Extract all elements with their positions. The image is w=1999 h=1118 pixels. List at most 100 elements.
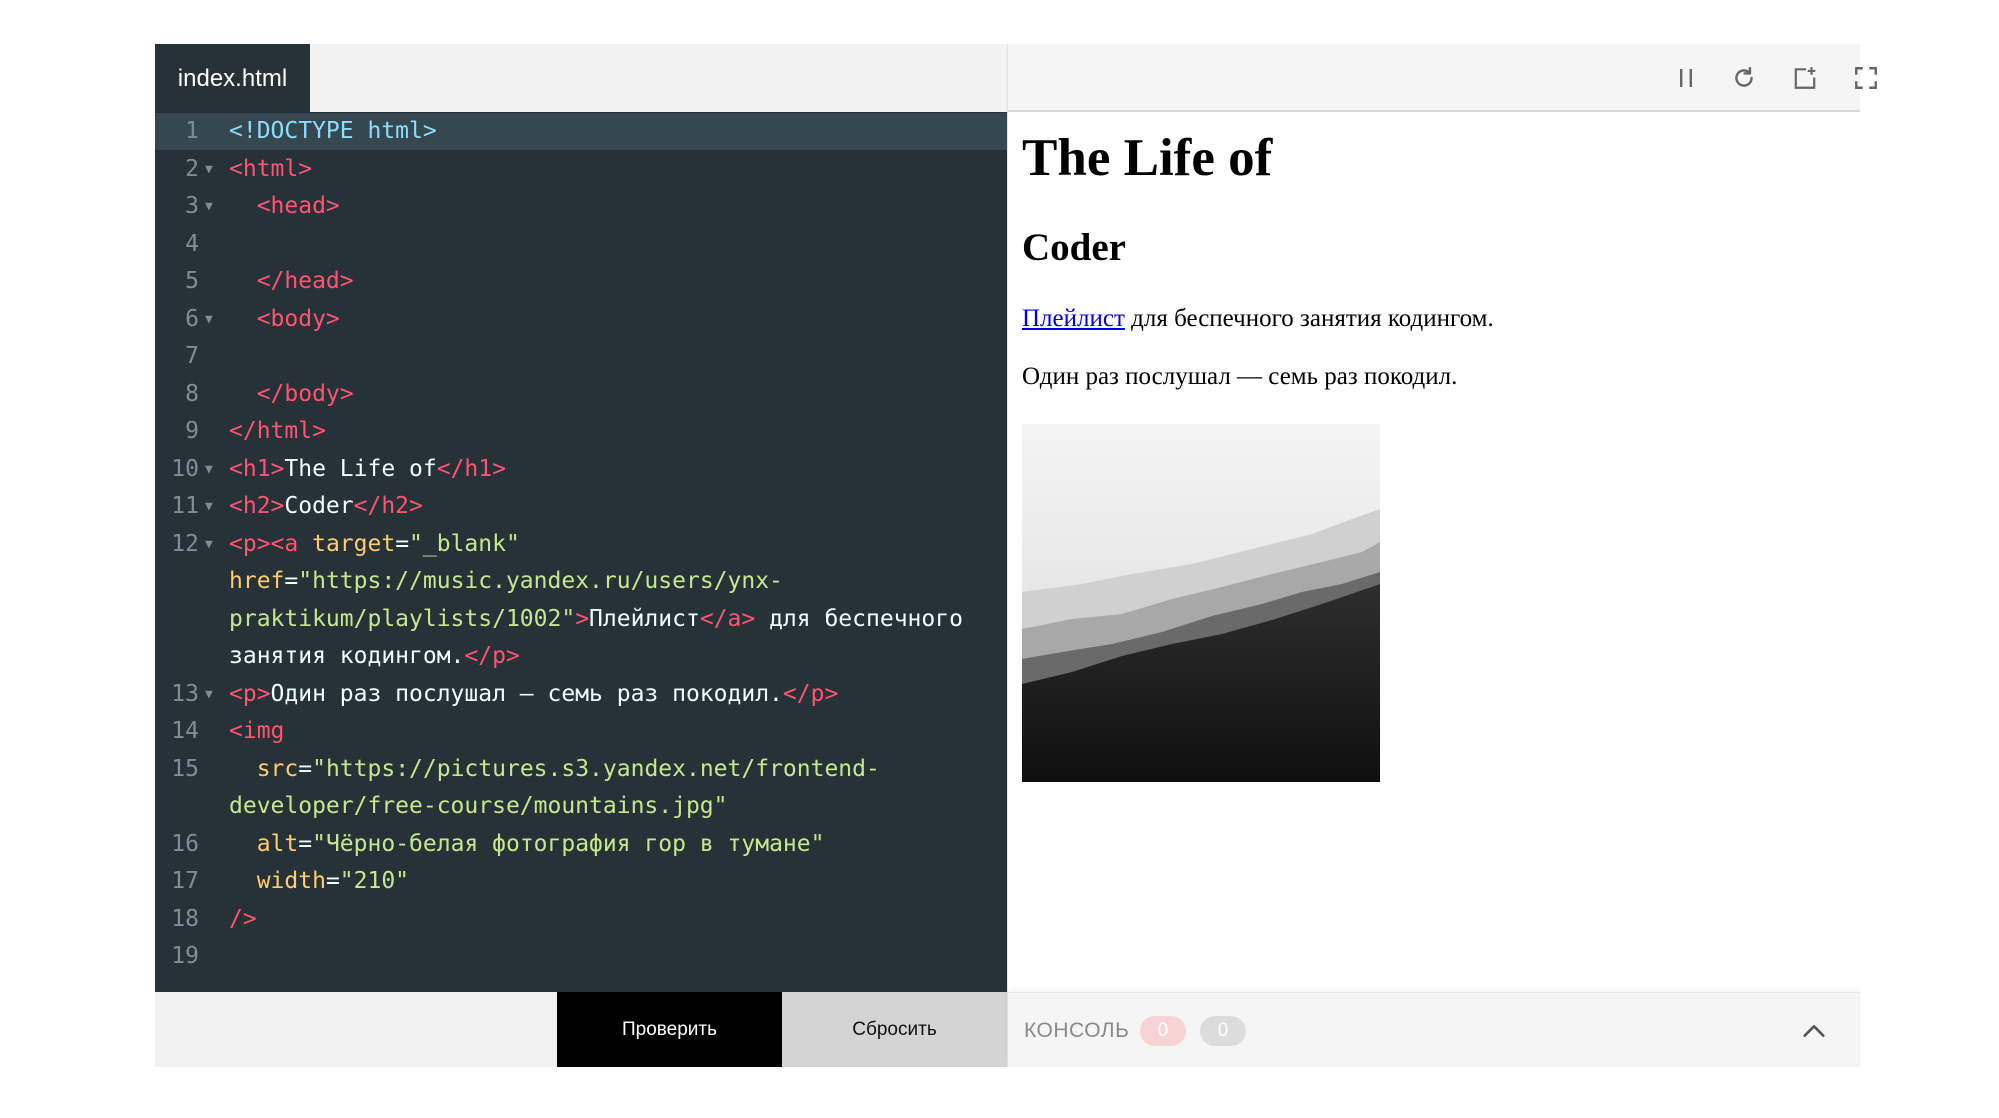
playlist-link[interactable]: Плейлист	[1022, 305, 1125, 332]
playground-frame: index.html 1 <!DOCTYPE html> 2 ▼ <html> 3 ▼ <h…	[155, 44, 1877, 1067]
line-number: 15	[171, 755, 199, 782]
code-token: <html>	[229, 155, 313, 182]
code-text: <html>	[229, 151, 312, 188]
code-line[interactable]: 16 alt="Чёрно-белая фотография гор в тум…	[155, 826, 1007, 863]
code-token: />	[229, 905, 257, 932]
code-line[interactable]: 3 ▼ <head>	[155, 188, 1007, 225]
line-number: 11	[171, 493, 199, 519]
code-line[interactable]: praktikum/playlists/1002">Плейлист</a> д…	[155, 601, 1007, 638]
code-token: <p>	[229, 680, 271, 707]
code-token: </body>	[229, 380, 354, 407]
code-token: "Чёрно-белая фотография гор в тумане"	[312, 830, 825, 857]
code-line[interactable]: 2 ▼ <html>	[155, 151, 1007, 188]
code-line[interactable]: developer/free-course/mountains.jpg"	[155, 788, 1007, 825]
code-line[interactable]: 18 />	[155, 901, 1007, 938]
console-error-count-badge: 0	[1140, 1016, 1186, 1046]
code-text: <head>	[229, 188, 340, 225]
reset-button[interactable]: Сбросить	[782, 992, 1007, 1067]
line-number: 4	[185, 230, 199, 257]
fold-arrow-icon[interactable]: ▼	[205, 151, 213, 188]
code-token: <!DOCTYPE html>	[229, 118, 437, 144]
console-bar[interactable]: КОНСОЛЬ 0 0	[1008, 992, 1860, 1067]
code-line[interactable]: 10 ▼ <h1>The Life of</h1>	[155, 451, 1007, 488]
fold-arrow-icon[interactable]: ▼	[205, 676, 213, 713]
fold-arrow-icon[interactable]: ▼	[205, 488, 213, 525]
code-token: "_blank"	[409, 530, 520, 557]
code-line[interactable]: 1 <!DOCTYPE html>	[155, 113, 1007, 150]
open-new-window-icon[interactable]	[1787, 60, 1823, 96]
line-number: 16	[171, 830, 199, 857]
chevron-up-icon[interactable]	[1798, 1015, 1830, 1047]
code-token: src	[229, 755, 299, 782]
code-token: developer/free-course/mountains.jpg"	[229, 793, 728, 819]
code-token: "https://music.yandex.ru/users/ynx-	[298, 568, 783, 594]
code-line[interactable]: 12 ▼ <p><a target="_blank"	[155, 526, 1007, 563]
code-text: <h2>Coder</h2>	[229, 488, 423, 525]
line-number: 19	[171, 943, 199, 969]
code-token: width	[229, 868, 326, 894]
code-token: занятия кодингом.	[229, 643, 465, 669]
check-button[interactable]: Проверить	[557, 992, 782, 1067]
code-line[interactable]: 8 </body>	[155, 376, 1007, 413]
editor-footer: Проверить Сбросить	[155, 992, 1007, 1067]
code-line[interactable]: 11 ▼ <h2>Coder</h2>	[155, 488, 1007, 525]
code-line[interactable]: 19	[155, 938, 1007, 975]
code-line[interactable]: 9 </html>	[155, 413, 1007, 450]
code-token: </p>	[782, 680, 839, 707]
line-number: 9	[185, 418, 199, 444]
code-token: </head>	[229, 268, 354, 294]
code-token: <body>	[229, 305, 340, 332]
code-editor[interactable]: 1 <!DOCTYPE html> 2 ▼ <html> 3 ▼ <head> 4 5 </he…	[155, 112, 1007, 992]
code-line[interactable]: 5 </head>	[155, 263, 1007, 300]
console-warning-count-badge: 0	[1200, 1016, 1246, 1046]
fold-arrow-icon[interactable]: ▼	[205, 526, 213, 563]
code-text: <!DOCTYPE html>	[229, 113, 437, 150]
line-number: 18	[171, 905, 199, 932]
preview-paragraph-motto: Один раз послушал — семь раз покодил.	[1022, 363, 1458, 390]
code-token: </h1>	[436, 455, 506, 482]
editor-tab-bar: index.html	[155, 44, 1007, 114]
code-line[interactable]: 4	[155, 226, 1007, 263]
preview-toolbar	[1008, 44, 1877, 112]
file-tab-index-html[interactable]: index.html	[155, 44, 310, 114]
code-token: "https://pictures.s3.yandex.net/frontend…	[312, 755, 880, 782]
line-number: 1	[185, 118, 199, 144]
code-text: src="https://pictures.s3.yandex.net/fron…	[229, 751, 880, 788]
code-line[interactable]: 17 width="210"	[155, 863, 1007, 900]
fold-arrow-icon[interactable]: ▼	[205, 451, 213, 488]
code-line[interactable]: 13 ▼ <p>Один раз послушал — семь раз покод…	[155, 676, 1007, 713]
preview-heading-1: The Life of	[1022, 129, 1273, 187]
reload-icon[interactable]	[1726, 60, 1762, 96]
preview-paragraph-text: для беспечного занятия кодингом.	[1124, 305, 1494, 332]
code-line[interactable]: занятия кодингом.</p>	[155, 638, 1007, 675]
code-line[interactable]: 6 ▼ <body>	[155, 301, 1007, 338]
code-token: <head>	[229, 193, 340, 219]
line-number: 3	[185, 193, 199, 219]
mountains-photo	[1022, 424, 1380, 782]
pause-icon[interactable]	[1668, 60, 1704, 96]
code-line[interactable]: 14 <img	[155, 713, 1007, 750]
code-token: </h2>	[353, 493, 423, 519]
code-text: </head>	[229, 263, 354, 300]
preview-heading-2: Coder	[1022, 226, 1126, 269]
console-label: КОНСОЛЬ	[1024, 1019, 1130, 1042]
line-number: 5	[185, 268, 199, 294]
fullscreen-icon[interactable]	[1848, 60, 1884, 96]
code-token: </html>	[229, 418, 326, 444]
code-text: alt="Чёрно-белая фотография гор в тумане…	[229, 826, 825, 863]
code-token: <h2>	[229, 493, 285, 519]
code-token: >	[575, 605, 590, 632]
code-text: praktikum/playlists/1002">Плейлист</a> д…	[229, 601, 963, 638]
code-line[interactable]: 15 src="https://pictures.s3.yandex.net/f…	[155, 751, 1007, 788]
code-token: "210"	[339, 868, 410, 894]
code-line[interactable]: href="https://music.yandex.ru/users/ynx-	[155, 563, 1007, 600]
code-text: developer/free-course/mountains.jpg"	[229, 788, 728, 825]
line-number: 7	[185, 343, 199, 369]
fold-arrow-icon[interactable]: ▼	[205, 301, 213, 338]
line-number: 2	[185, 155, 199, 182]
fold-arrow-icon[interactable]: ▼	[205, 188, 213, 225]
code-line[interactable]: 7	[155, 338, 1007, 375]
code-token: <p><a	[229, 530, 313, 557]
code-text: width="210"	[229, 863, 409, 900]
code-token: для беспечного	[755, 605, 963, 632]
